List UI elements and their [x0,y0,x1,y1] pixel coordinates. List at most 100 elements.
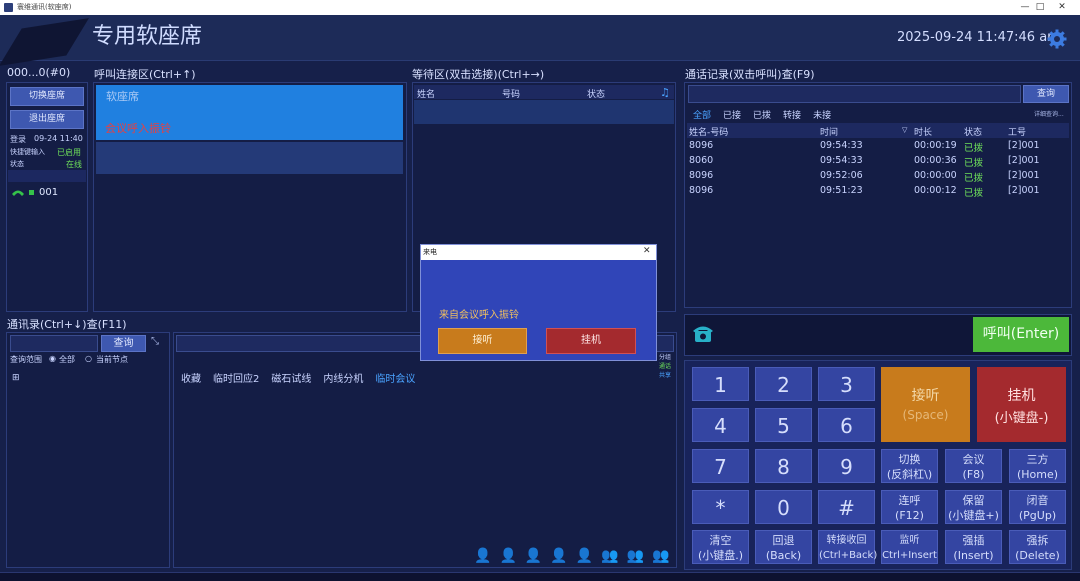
music-note-icon[interactable]: ♫ [660,86,670,99]
key-2[interactable]: 2 [755,367,812,401]
tree-expand-icon[interactable]: ⊞ [12,373,20,383]
table-row[interactable]: 8096 09:54:33 00:00:19 已拨 [2]001 [689,140,1069,155]
records-search-input[interactable] [688,85,1021,103]
fn-label: 转接收回 [826,535,867,546]
fn-shortcut: (F8) [962,468,985,481]
barge-in-key[interactable]: 强插 (Insert) [945,530,1002,564]
fn-shortcut: (小键盘.) [697,549,744,562]
app-title: 专用软座席 [92,24,203,49]
records-col-duration[interactable]: 时长 [914,125,932,138]
contacts-tab-magneto[interactable]: 磁石试线 [271,374,311,385]
key-4[interactable]: 4 [692,408,749,442]
scope-label: 查询范围 [10,355,42,364]
users-add-icon[interactable]: 👥 [627,548,652,564]
record-status: 已拨 [964,143,984,154]
key-8[interactable]: 8 [755,449,812,483]
gear-icon[interactable] [1047,29,1067,49]
key-star[interactable]: * [692,490,749,524]
collapse-icon[interactable]: ⤡ [151,336,159,347]
incoming-call-dialog: 来电 ✕ 来自会议呼入振铃 接听 挂机 [420,244,657,361]
fn-shortcut: (反斜杠\) [886,468,933,481]
records-col-number[interactable]: 姓名-号码 [689,125,728,138]
contacts-search-input[interactable] [10,335,98,352]
dialog-answer-button[interactable]: 接听 [438,328,527,354]
records-col-status[interactable]: 状态 [964,125,982,138]
three-way-key[interactable]: 三方 (Home) [1009,449,1066,483]
ringing-text: 会议呼入振铃 [105,122,171,135]
switch-agent-button[interactable]: 切换座席 [10,87,84,106]
scope-node-label: 当前节点 [96,355,128,364]
side-label-group: 分组 [659,354,672,361]
fn-shortcut: (Back) [765,549,802,562]
monitor-key[interactable]: 监听 Ctrl+Insert [881,530,938,564]
call-slot-2[interactable] [96,142,403,174]
backspace-key[interactable]: 回退 (Back) [755,530,812,564]
records-col-time[interactable]: 时间 [820,125,838,138]
scope-all-radio[interactable]: ◉ [49,354,56,363]
record-time: 09:52:06 [820,170,863,181]
key-hash[interactable]: # [818,490,875,524]
switch-key[interactable]: 切换 (反斜杠\) [881,449,938,483]
conference-key[interactable]: 会议 (F8) [945,449,1002,483]
user-outline-icon[interactable]: 👤 [550,548,575,564]
records-tab-all[interactable]: 全部 [693,111,711,121]
contacts-tab-temp2[interactable]: 临时回应2 [213,374,259,385]
clear-key[interactable]: 清空 (小键盘.) [692,530,749,564]
contacts-tab-favorites[interactable]: 收藏 [181,374,201,385]
table-row[interactable]: 8060 09:54:33 00:00:36 已拨 [2]001 [689,155,1069,170]
records-tab-answered[interactable]: 已接 [723,111,741,121]
hangup-key[interactable]: 挂机 (小键盘-) [977,367,1066,442]
key-9[interactable]: 9 [818,449,875,483]
dialog-hangup-button[interactable]: 挂机 [546,328,636,354]
users-icon[interactable]: 👥 [601,548,626,564]
dialog-titlebar: 来电 [421,245,656,260]
key-0[interactable]: 0 [755,490,812,524]
table-row[interactable]: 8096 09:52:06 00:00:00 已拨 [2]001 [689,170,1069,185]
key-6[interactable]: 6 [818,408,875,442]
records-tab-dialed[interactable]: 已拨 [753,111,771,121]
records-tab-missed[interactable]: 未接 [813,111,831,121]
mute-key[interactable]: 闭音 (PgUp) [1009,490,1066,524]
close-window-button[interactable]: ✕ [1052,0,1072,15]
table-row[interactable]: 8096 09:51:23 00:00:12 已拨 [2]001 [689,185,1069,200]
user-group-icon[interactable]: 👤 [499,548,524,564]
call-button[interactable]: 呼叫(Enter) [973,317,1069,352]
scope-node-radio[interactable]: ○ [85,354,92,363]
records-tab-transfer[interactable]: 转接 [783,111,801,121]
key-7[interactable]: 7 [692,449,749,483]
key-3[interactable]: 3 [818,367,875,401]
detail-query-link[interactable]: 详细查询... [1034,109,1064,118]
answer-key[interactable]: 接听 (Space) [881,367,970,442]
line-number[interactable]: 001 [39,187,58,198]
user-screen-icon[interactable]: 👤 [576,548,601,564]
records-table: 8096 09:54:33 00:00:19 已拨 [2]001 8060 09… [689,140,1069,202]
user-icon[interactable]: 👤 [474,548,499,564]
dialog-close-icon[interactable]: ✕ [643,246,651,256]
contacts-query-button[interactable]: 查询 [101,335,146,352]
record-time: 09:51:23 [820,185,863,196]
record-id: [2]001 [1008,155,1040,166]
contacts-tab-extensions[interactable]: 内线分机 [323,374,363,385]
records-query-button[interactable]: 查询 [1023,85,1069,103]
sort-down-icon: ▽ [902,126,908,134]
status-value: 在线 [66,160,82,169]
transfer-back-key[interactable]: 转接收回 (Ctrl+Back) [818,530,878,564]
redial-key[interactable]: 连呼 (F12) [881,490,938,524]
contacts-tab-temp-conference[interactable]: 临时会议 [375,374,415,385]
fn-label: 三方 [1026,453,1049,466]
hold-key[interactable]: 保留 (小键盘+) [945,490,1002,524]
key-1[interactable]: 1 [692,367,749,401]
exit-agent-button[interactable]: 退出座席 [10,110,84,129]
call-area-title: 呼叫连接区(Ctrl+↑) [94,68,196,81]
records-col-id[interactable]: 工号 [1008,125,1026,138]
maximize-button[interactable]: □ [1030,0,1050,15]
users-settings-icon[interactable]: 👥 [652,548,677,564]
key-5[interactable]: 5 [755,408,812,442]
force-release-key[interactable]: 强拆 (Delete) [1009,530,1066,564]
fn-shortcut: (Ctrl+Back) [819,550,878,561]
user-remove-icon[interactable]: 👤 [525,548,550,564]
wait-row[interactable] [414,100,674,124]
agent-panel-title: 000...0(#0) [7,66,71,79]
record-duration: 00:00:19 [914,140,957,151]
side-label-call: 通话 [659,363,672,370]
